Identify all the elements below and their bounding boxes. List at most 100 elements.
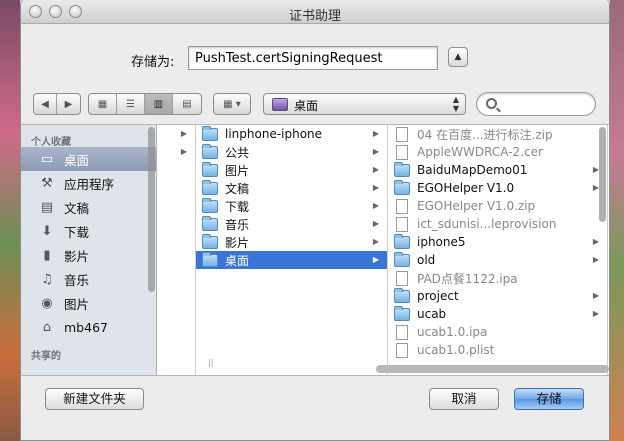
list-item[interactable]: old ▶ [388,251,607,269]
collapse-browser-button[interactable]: ▲ [448,47,468,67]
file-icon [396,126,408,142]
list-item[interactable]: ucab1.0.ipa [388,323,607,341]
filename-input[interactable] [188,46,438,70]
arrange-menu-button[interactable]: ▦ ▾ [213,93,251,115]
file-name: ucab1.0.ipa [417,325,488,339]
list-view-button[interactable]: ☰ [117,94,145,114]
horizontal-scrollbar[interactable] [376,365,609,373]
file-name: old [417,253,436,267]
title-bar: 证书助理 [21,0,609,24]
file-name: 图片 [225,163,250,178]
list-item[interactable]: ▶ [158,143,195,161]
sidebar-item-label: 文稿 [64,200,90,216]
list-item[interactable]: ict_sdunisi...leprovision [388,215,607,233]
file-icon [396,342,408,358]
forward-button[interactable]: ▶ [57,94,80,114]
pictures-icon: ◉ [41,295,53,311]
list-icon: ☰ [126,98,135,110]
list-item[interactable]: ucab ▶ [388,305,607,323]
list-item[interactable]: 文稿 ▶ [196,179,387,197]
file-name: 影片 [225,235,250,250]
list-item[interactable]: EGOHelper V1.0.zip [388,197,607,215]
sidebar-item-pictures[interactable]: ◉ 图片 [21,291,156,315]
folder-icon [202,251,218,267]
folder-icon [394,179,410,195]
coverflow-view-button[interactable]: ▤ [173,94,201,114]
list-item[interactable]: 公共 ▶ [196,143,387,161]
back-arrow-icon: ◀ [41,98,49,110]
sidebar-item-home[interactable]: ⌂ mb467 [21,315,156,339]
list-item[interactable]: 影片 ▶ [196,233,387,251]
cancel-button[interactable]: 取消 [429,388,499,410]
sidebar-header-favorites: 个人收藏 [31,137,71,148]
view-mode-selector: ▦ ☰ ▥ ▤ [88,93,202,115]
list-item[interactable]: linphone-iphone ▶ [196,125,387,143]
save-as-label: 存储为: [131,55,175,70]
icon-view-button[interactable]: ▦ [89,94,117,114]
list-item[interactable]: ▶ [158,125,195,143]
desktop-folder-icon [272,98,288,111]
documents-icon: ▤ [40,199,54,215]
folder-icon [202,161,218,177]
file-name: 文稿 [225,181,250,196]
back-button[interactable]: ◀ [34,94,57,114]
list-item-selected[interactable]: 桌面 ▶ [196,251,387,269]
column-root: ▶ ▶ [158,125,196,375]
column-resize-handle[interactable]: || [208,358,213,367]
list-item[interactable]: project ▶ [388,287,607,305]
sidebar-item-downloads[interactable]: ⬇ 下载 [21,219,156,243]
new-folder-button[interactable]: 新建文件夹 [45,388,144,410]
sidebar-item-movies[interactable]: ▮ 影片 [21,243,156,267]
chevron-right-icon: ▶ [372,237,379,246]
folder-icon [394,251,410,267]
list-item[interactable]: 04 在百度...进行标注.zip [388,125,607,143]
file-name: project [417,289,459,303]
list-item[interactable]: EGOHelper V1.0 ▶ [388,179,607,197]
sidebar-item-label: 应用程序 [64,176,115,192]
chevron-right-icon: ▶ [372,219,379,228]
sidebar: 个人收藏 ▭ 桌面 ⚒ 应用程序 ▤ 文稿 ⬇ 下载 ▮ 影片 ♫ 音乐 ◉ 图… [21,125,157,375]
save-button[interactable]: 存储 [514,388,584,410]
save-as-row: 存储为: ▲ [21,46,609,72]
column-scrollbar[interactable] [599,127,606,222]
file-icon [396,198,408,214]
location-popup[interactable]: 桌面 ▲ ▼ [263,93,466,115]
list-item[interactable]: BaiduMapDemo01 ▶ [388,161,607,179]
forward-arrow-icon: ▶ [64,98,73,110]
list-item[interactable]: PAD点餐1122.ipa [388,269,607,287]
history-nav: ◀ ▶ [33,93,81,115]
list-item[interactable]: iphone5 ▶ [388,233,607,251]
sidebar-item-documents[interactable]: ▤ 文稿 [21,195,156,219]
list-item[interactable]: 音乐 ▶ [196,215,387,233]
coverflow-icon: ▤ [182,98,192,110]
desktop-background-right [610,0,624,441]
file-name: 04 在百度...进行标注.zip [417,127,553,142]
sidebar-item-label: 图片 [64,296,90,312]
chevron-right-icon: ▶ [180,147,187,156]
list-item[interactable]: ucab1.0.plist [388,341,607,359]
file-name: 桌面 [225,253,250,268]
file-name: EGOHelper V1.0 [417,181,515,195]
search-field[interactable] [476,92,596,116]
list-item[interactable]: 图片 ▶ [196,161,387,179]
file-icon [396,216,408,232]
folder-icon [202,143,218,159]
arrange-icon: ▦ ▾ [223,98,241,110]
file-browser: 个人收藏 ▭ 桌面 ⚒ 应用程序 ▤ 文稿 ⬇ 下载 ▮ 影片 ♫ 音乐 ◉ 图… [21,124,609,376]
folder-icon [394,305,410,321]
list-item[interactable]: AppleWWDRCA-2.cer [388,143,607,161]
file-name: 音乐 [225,217,250,232]
folder-icon [202,179,218,195]
sidebar-item-label: mb467 [64,319,108,335]
column-view-button[interactable]: ▥ [145,94,173,114]
movies-icon: ▮ [43,247,51,263]
list-item[interactable]: 下载 ▶ [196,197,387,215]
sidebar-header-shared: 共享的 [31,351,61,362]
sidebar-item-applications[interactable]: ⚒ 应用程序 [21,171,156,195]
sidebar-item-desktop[interactable]: ▭ 桌面 [21,147,156,171]
folder-icon [202,215,218,231]
file-name: ict_sdunisi...leprovision [417,217,557,231]
sidebar-scrollbar[interactable] [148,127,155,292]
chevron-up-icon: ▲ [454,52,462,62]
sidebar-item-music[interactable]: ♫ 音乐 [21,267,156,291]
